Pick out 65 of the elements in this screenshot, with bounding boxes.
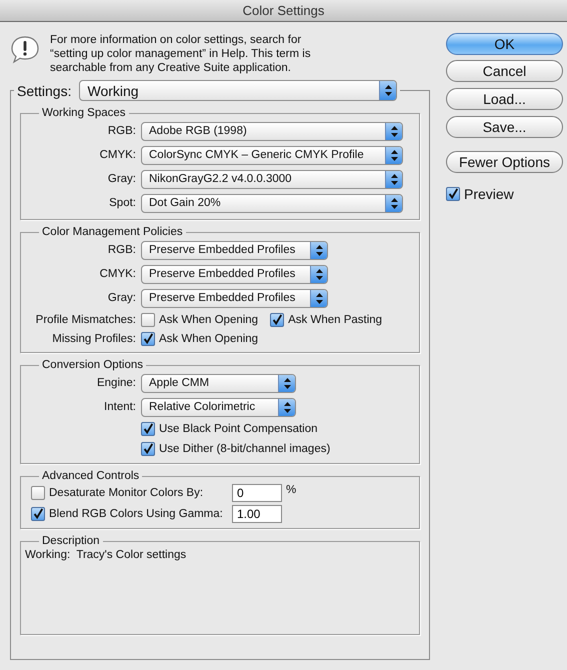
info-text: For more information on color settings, search for “setting up color management” in Help. This term is searchable from any Creative Suite application. xyxy=(50,33,311,76)
field-label: RGB: xyxy=(106,244,136,256)
dialog-button[interactable]: Load... xyxy=(446,88,563,110)
settings-dropdown[interactable]: Working xyxy=(79,80,398,101)
field-label: Profile Mismatches: xyxy=(34,314,136,326)
dialog-button[interactable]: Fewer Options xyxy=(446,151,563,173)
dialog-button[interactable]: OK xyxy=(446,33,563,55)
checkbox[interactable] xyxy=(31,506,45,520)
checkbox[interactable] xyxy=(141,442,155,456)
field-label: Intent: xyxy=(103,401,136,413)
stepper-arrows-icon xyxy=(284,378,290,388)
unit-label: % xyxy=(286,484,296,496)
checkbox[interactable] xyxy=(31,486,45,500)
checkbox-label: Blend RGB Colors Using Gamma: xyxy=(49,508,223,520)
stepper-arrows-icon xyxy=(316,292,322,304)
group-title: Conversion Options xyxy=(41,359,144,371)
checkbox-label: Ask When Pasting xyxy=(288,314,382,326)
group-title: Working Spaces xyxy=(41,107,127,119)
input-field[interactable]: 1.00 xyxy=(232,504,282,522)
stepper-arrows-icon xyxy=(316,244,322,256)
dropdown[interactable]: Preserve Embedded Profiles xyxy=(141,264,328,284)
dropdown[interactable]: Preserve Embedded Profiles xyxy=(141,288,328,308)
dropdown[interactable]: NikonGrayG2.2 v4.0.0.3000 xyxy=(141,170,403,188)
stepper-arrows-icon xyxy=(316,268,322,280)
checkbox-label: Desaturate Monitor Colors By: xyxy=(49,486,204,498)
dialog-button[interactable]: Cancel xyxy=(446,60,563,82)
description-text: Working: Tracy's Color settings xyxy=(25,548,188,561)
dialog-button[interactable]: Save... xyxy=(446,116,563,138)
checkbox-label: Use Dither (8-bit/channel images) xyxy=(159,443,330,455)
stepper-arrows-icon xyxy=(390,126,398,136)
checkbox-label: Preview xyxy=(464,186,514,202)
settings-label: Settings: xyxy=(17,82,72,98)
window-title: Color Settings xyxy=(242,3,324,18)
stepper-arrows-icon xyxy=(384,85,392,96)
dropdown[interactable]: Adobe RGB (1998) xyxy=(141,122,403,140)
field-label: Missing Profiles: xyxy=(51,332,136,344)
stepper-arrows-icon xyxy=(390,198,398,208)
group-title: Description xyxy=(41,535,101,547)
dropdown[interactable]: Dot Gain 20% xyxy=(141,194,403,212)
dropdown[interactable]: Preserve Embedded Profiles xyxy=(141,240,328,260)
stepper-arrows-icon xyxy=(390,150,398,160)
checkbox[interactable] xyxy=(141,332,155,346)
field-label: CMYK: xyxy=(98,268,136,280)
stepper-arrows-icon xyxy=(390,174,398,184)
checkbox-label: Ask When Opening xyxy=(159,314,258,326)
group-title: Color Management Policies xyxy=(41,226,184,238)
input-field[interactable]: 0 xyxy=(232,484,282,502)
dropdown[interactable]: ColorSync CMYK – Generic CMYK Profile xyxy=(141,146,403,164)
checkbox[interactable] xyxy=(270,312,284,326)
group-title: Advanced Controls xyxy=(41,470,140,482)
stepper-arrows-icon xyxy=(284,402,290,412)
dropdown[interactable]: Relative Colorimetric xyxy=(141,398,296,416)
checkbox-label: Use Black Point Compensation xyxy=(159,423,318,435)
checkbox[interactable] xyxy=(446,187,460,201)
checkbox-label: Ask When Opening xyxy=(159,332,258,344)
checkbox[interactable] xyxy=(141,312,155,326)
field-label: Gray: xyxy=(106,292,136,304)
field-label: CMYK: xyxy=(98,149,136,161)
field-label: RGB: xyxy=(106,125,136,137)
alert-icon xyxy=(10,35,40,65)
field-label: Engine: xyxy=(96,377,136,389)
dropdown[interactable]: Apple CMM xyxy=(141,374,296,392)
field-label: Spot: xyxy=(108,197,136,209)
field-label: Gray: xyxy=(106,173,136,185)
checkbox[interactable] xyxy=(141,422,155,436)
